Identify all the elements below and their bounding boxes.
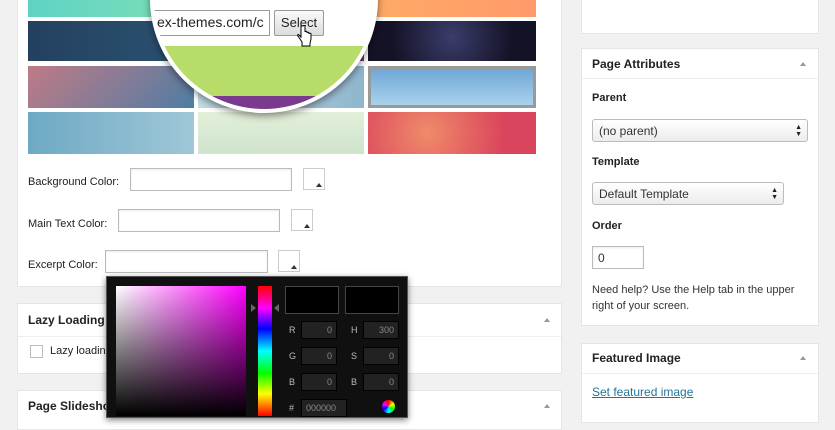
brightness-label: B xyxy=(351,377,358,387)
page-attributes-title: Page Attributes xyxy=(592,57,681,71)
saturation-label: S xyxy=(351,351,358,361)
hand-cursor-icon xyxy=(297,25,312,47)
brightness-field[interactable]: 0 xyxy=(363,373,399,391)
top-right-box xyxy=(581,0,819,34)
background-color-label: Background Color: xyxy=(28,176,120,188)
hex-label: # xyxy=(289,403,295,413)
swatch[interactable] xyxy=(198,112,364,154)
order-input[interactable]: 0 xyxy=(592,246,644,269)
collapse-icon[interactable] xyxy=(800,62,806,66)
hue-slider[interactable] xyxy=(258,286,272,416)
main-text-color-input[interactable] xyxy=(118,209,280,232)
swatch[interactable] xyxy=(368,0,536,17)
collapse-icon[interactable] xyxy=(800,356,806,360)
excerpt-color-label: Excerpt Color: xyxy=(28,259,98,271)
saturation-input[interactable]: 0 xyxy=(363,347,399,365)
order-label: Order xyxy=(592,220,622,232)
color-wheel-icon[interactable] xyxy=(382,400,395,413)
color-picker-popup: R 0 H 300 G 0 S 0 B 0 B 0 # 000000 xyxy=(106,276,408,418)
template-select[interactable]: Default Template ▲ ▼ xyxy=(592,182,784,205)
lazy-loading-title: Lazy Loading xyxy=(28,313,105,327)
hue-slider-arrow-left xyxy=(251,304,256,312)
swatch[interactable] xyxy=(368,21,536,61)
collapse-icon[interactable] xyxy=(544,404,550,408)
current-color-preview xyxy=(345,286,399,314)
parent-select-value: (no parent) xyxy=(599,124,658,138)
blue-field[interactable]: 0 xyxy=(301,373,337,391)
magnifier-lens: ex-themes.com/c Select xyxy=(150,0,378,113)
green-label: G xyxy=(289,351,297,361)
green-field[interactable]: 0 xyxy=(301,347,337,365)
new-color-preview xyxy=(285,286,339,314)
help-text: Need help? Use the Help tab in the upper… xyxy=(592,284,795,312)
hue-label: H xyxy=(351,325,358,335)
swatch[interactable] xyxy=(28,112,194,154)
red-label: R xyxy=(289,325,296,335)
swatch[interactable] xyxy=(368,112,536,154)
lazy-loading-checkbox[interactable] xyxy=(30,345,43,358)
hex-field[interactable]: 000000 xyxy=(301,399,347,417)
set-featured-image-link[interactable]: Set featured image xyxy=(592,385,693,399)
background-color-input[interactable] xyxy=(130,168,292,191)
magnified-url-input[interactable]: ex-themes.com/c xyxy=(154,10,270,36)
collapse-icon[interactable] xyxy=(544,318,550,322)
parent-label: Parent xyxy=(592,92,627,104)
select-arrows-icon: ▲ ▼ xyxy=(795,124,802,138)
magnified-swatch xyxy=(154,46,374,96)
main-text-color-picker-button[interactable] xyxy=(291,209,313,231)
featured-image-title: Featured Image xyxy=(592,351,681,365)
divider xyxy=(582,373,818,374)
select-arrows-icon: ▲ ▼ xyxy=(771,187,778,201)
page-slideshow-title: Page Slidesho xyxy=(28,399,111,413)
hue-slider-arrow-right xyxy=(274,304,279,312)
saturation-field[interactable] xyxy=(116,286,246,416)
lazy-loading-checkbox-label: Lazy loadin xyxy=(50,345,106,357)
excerpt-color-input[interactable] xyxy=(105,250,268,273)
swatch-selected[interactable] xyxy=(368,66,536,108)
template-label: Template xyxy=(592,156,640,168)
red-field[interactable]: 0 xyxy=(301,321,337,339)
excerpt-color-picker-button[interactable] xyxy=(278,250,300,272)
main-text-color-label: Main Text Color: xyxy=(28,218,108,230)
background-color-picker-button[interactable] xyxy=(303,168,325,190)
divider xyxy=(582,78,818,79)
template-select-value: Default Template xyxy=(599,187,689,201)
blue-label: B xyxy=(289,377,296,387)
hue-field[interactable]: 300 xyxy=(363,321,399,339)
parent-select[interactable]: (no parent) ▲ ▼ xyxy=(592,119,808,142)
